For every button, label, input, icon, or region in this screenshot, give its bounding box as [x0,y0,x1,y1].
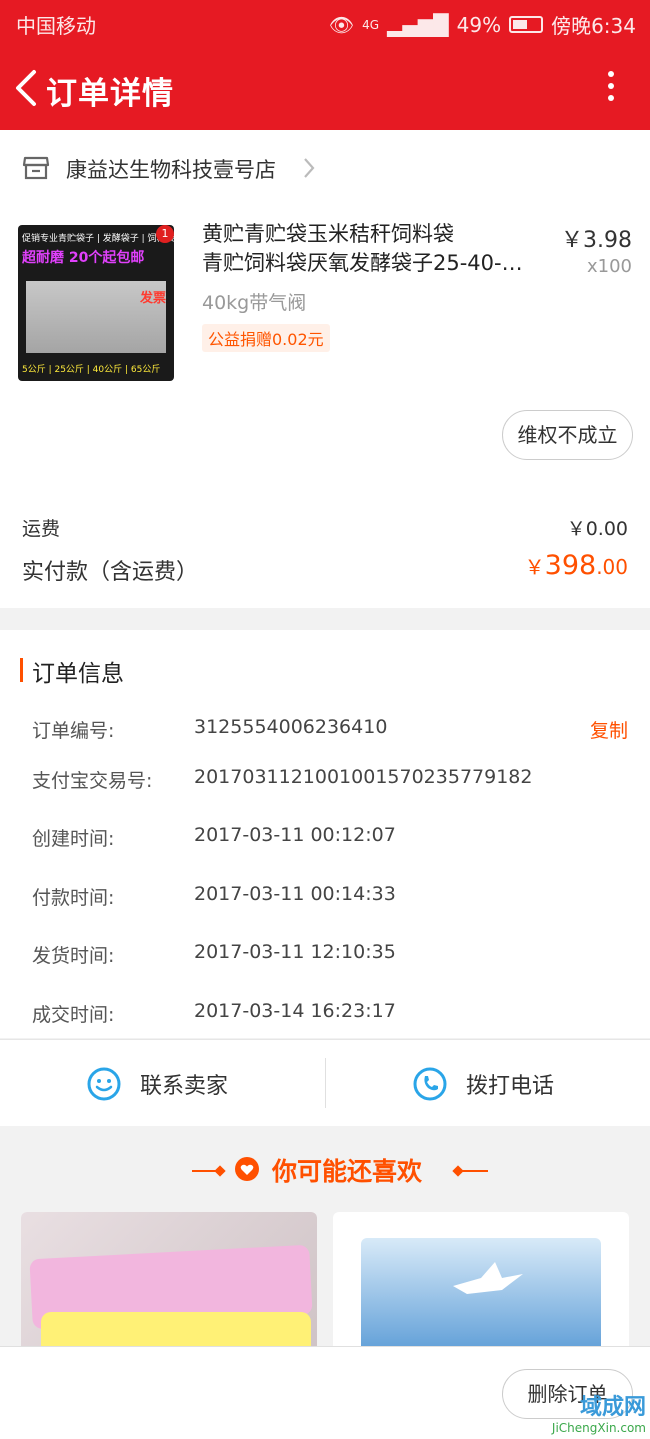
freight-label: 运费 [22,518,61,540]
product-image-top-text: 促销专业青贮袋子 | 发酵袋子 | 饲料袋 [22,234,174,244]
section-accent-bar [20,658,23,682]
shop-name[interactable]: 康益达生物科技壹号店 [66,154,276,184]
order-card: 康益达生物科技壹号店 促销专业青贮袋子 | 发酵袋子 | 饲料袋 超耐磨 20个… [0,130,650,608]
store-icon [22,156,50,180]
product-image-promo-text: 超耐磨 20个起包邮 [22,250,145,266]
recommend-item-card[interactable] [21,1212,317,1352]
product-price: ￥3.98 [561,228,632,253]
order-info-title: 订单信息 [32,661,124,687]
divider [325,1058,326,1108]
clock: 傍晚6:34 [551,14,636,38]
info-label: 订单编号: [32,720,115,742]
info-value: 2017-03-11 00:12:07 [194,824,396,846]
product-title[interactable]: 黄贮青贮袋玉米秸秆饲料袋 青贮饲料袋厌氧发酵袋子25-40-… [202,220,547,278]
chevron-right-icon [304,158,315,178]
recommend-header: 你可能还喜欢 [0,1150,650,1190]
top-bar: 中国移动 👁 4G ▂▄▆█ 49% 傍晚6:34 订单详情 [0,0,650,130]
info-label: 成交时间: [32,1004,115,1026]
contact-seller-button[interactable]: 联系卖家 [86,1040,228,1127]
title-row: 订单详情 [0,58,650,118]
total-label: 实付款（含运费） [22,560,199,585]
bottom-action-bar: 删除订单 域成网 JiChengXin.com [0,1346,650,1439]
battery-icon [509,16,544,33]
info-value: 3125554006236410 [194,716,388,738]
info-value: 2017-03-11 00:14:33 [194,883,396,905]
eye-icon: 👁 [328,12,355,37]
watermark-main: 域成网 [579,1395,646,1420]
total-value: ￥398.00 [525,550,628,581]
rights-status-button[interactable]: 维权不成立 [502,410,633,460]
battery-percent: 49% [456,12,502,37]
product-quantity: x100 [586,256,632,277]
shop-row[interactable]: 康益达生物科技壹号店 [0,142,650,192]
contact-bar: 联系卖家 拨打电话 [0,1039,650,1126]
info-value: 2017-03-14 16:23:17 [194,1000,396,1022]
product-image-invoice-text: 发票 [139,291,166,306]
info-label: 发货时间: [32,945,115,967]
recommend-item-image [361,1238,601,1352]
order-info-card: 订单信息 订单编号: 3125554006236410 复制 支付宝交易号: 2… [0,630,650,1038]
status-bar: 中国移动 👁 4G ▂▄▆█ 49% 傍晚6:34 [0,0,650,46]
info-label: 支付宝交易号: [32,770,153,792]
total-currency: ￥ [524,555,545,579]
recommend-item-card[interactable] [333,1212,629,1352]
signal-icon: ▂▄▆█ [387,12,449,37]
carrier-name: 中国移动 [16,14,96,38]
network-type: 4G [362,17,380,32]
phone-icon [413,1067,447,1100]
freight-value: ￥0.00 [566,518,628,540]
product-image[interactable]: 促销专业青贮袋子 | 发酵袋子 | 饲料袋 超耐磨 20个起包邮 发票 5公斤 … [18,225,174,381]
status-right: 👁 4G ▂▄▆█ 49% 傍晚6:34 [329,10,636,39]
info-value: 2017031121001001570235779182 [194,766,533,788]
decor-line-right [462,1170,488,1172]
product-title-line1: 黄贮青贮袋玉米秸秆饲料袋 [202,222,454,246]
info-value: 2017-03-11 12:10:35 [194,941,396,963]
call-phone-button[interactable]: 拨打电话 [412,1040,554,1127]
product-image-badge: 1 [156,225,174,243]
copy-order-no-button[interactable]: 复制 [590,716,628,743]
contact-seller-label: 联系卖家 [140,1073,229,1099]
back-arrow-icon[interactable] [12,68,42,108]
total-integer: 398 [544,550,597,581]
heart-icon [235,1157,259,1181]
more-menu-icon[interactable] [606,68,616,104]
watermark: 域成网 JiChengXin.com [552,1395,646,1435]
call-phone-label: 拨打电话 [466,1073,555,1099]
recommend-section: 你可能还喜欢 [0,1126,650,1352]
product-image-sizes-text: 5公斤 | 25公斤 | 40公斤 | 65公斤 [22,365,161,375]
info-label: 付款时间: [32,887,115,909]
total-decimal: .00 [596,555,628,579]
page-title: 订单详情 [46,76,174,112]
decor-dot-left [214,1165,226,1177]
chat-icon [87,1067,121,1100]
recommend-title: 你可能还喜欢 [272,1157,423,1186]
product-title-line2: 青贮饲料袋厌氧发酵袋子25-40-… [202,251,523,275]
charity-tag: 公益捐赠0.02元 [202,324,330,352]
info-label: 创建时间: [32,828,115,850]
product-sku: 40kg带气阀 [202,292,307,314]
watermark-sub: JiChengXin.com [551,1421,646,1435]
